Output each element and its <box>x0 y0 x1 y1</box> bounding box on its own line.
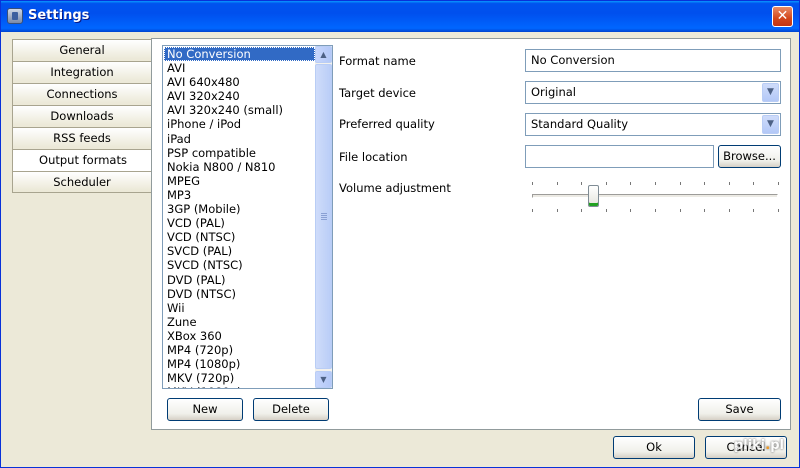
browse-button[interactable]: Browse... <box>718 145 781 168</box>
slider-tick <box>581 209 582 212</box>
file-location-label: File location <box>339 150 408 164</box>
target-device-value: Original <box>531 85 577 99</box>
format-list-item[interactable]: Zune <box>164 315 315 329</box>
format-list-item[interactable]: iPad <box>164 132 315 146</box>
grip-icon <box>321 213 327 220</box>
slider-tick <box>729 182 730 185</box>
slider-tick <box>630 209 631 212</box>
slider-tick <box>532 182 533 185</box>
format-list-item[interactable]: AVI 320x240 (small) <box>164 103 315 117</box>
format-list-item[interactable]: DVD (PAL) <box>164 273 315 287</box>
tab-scheduler[interactable]: Scheduler <box>12 171 152 193</box>
formats-scrollbar[interactable]: ▲ ▼ <box>315 46 332 388</box>
output-formats-panel: No Conversion AVI AVI 640x480 AVI 320x240 AV… <box>151 38 791 430</box>
slider-tick <box>680 209 681 212</box>
format-list-item[interactable]: MP3 <box>164 188 315 202</box>
target-device-label: Target device <box>339 86 417 100</box>
format-list-item[interactable]: MKV (720p) <box>164 371 315 385</box>
slider-tick <box>704 182 705 185</box>
slider-tick <box>655 209 656 212</box>
format-list-item[interactable]: iPhone / iPod <box>164 117 315 131</box>
save-button[interactable]: Save <box>698 398 781 421</box>
format-list-item[interactable]: MKV (1080p) <box>164 385 315 388</box>
chevron-down-icon[interactable]: ▼ <box>762 83 779 102</box>
file-location-field[interactable] <box>525 145 714 168</box>
tab-output-formats[interactable]: Output formats <box>12 149 153 171</box>
tab-general[interactable]: General <box>12 39 152 61</box>
dialog-body: General Integration Connections Download… <box>4 32 796 465</box>
format-list-item[interactable]: Wii <box>164 301 315 315</box>
format-list-item[interactable]: DVD (NTSC) <box>164 287 315 301</box>
slider-thumb[interactable] <box>588 185 599 207</box>
slider-tick <box>532 209 533 212</box>
format-list-item[interactable]: PSP compatible <box>164 146 315 160</box>
slider-tick <box>753 209 754 212</box>
settings-tabs: General Integration Connections Download… <box>12 39 153 193</box>
format-name-field[interactable]: No Conversion <box>525 49 781 72</box>
format-list-item[interactable]: Nokia N800 / N810 <box>164 160 315 174</box>
format-list-item[interactable]: SVCD (NTSC) <box>164 258 315 272</box>
format-list-item[interactable]: AVI 640x480 <box>164 75 315 89</box>
window-title: Settings <box>28 8 90 23</box>
format-name-label: Format name <box>339 54 416 68</box>
volume-slider[interactable] <box>530 180 779 216</box>
preferred-quality-label: Preferred quality <box>339 117 435 131</box>
target-device-select[interactable]: Original ▼ <box>525 81 781 104</box>
formats-list: No Conversion AVI AVI 640x480 AVI 320x240 AV… <box>164 47 315 388</box>
volume-adjustment-label: Volume adjustment <box>339 181 451 195</box>
settings-window: Settings ✕ General Integration Connectio… <box>0 0 800 468</box>
slider-tick <box>557 182 558 185</box>
format-list-item[interactable]: VCD (PAL) <box>164 216 315 230</box>
format-list-item[interactable]: MP4 (720p) <box>164 343 315 357</box>
slider-tick <box>606 209 607 212</box>
slider-tick <box>557 209 558 212</box>
preferred-quality-value: Standard Quality <box>531 117 629 131</box>
format-list-item[interactable]: VCD (NTSC) <box>164 230 315 244</box>
slider-tick <box>778 209 779 212</box>
format-list-item[interactable]: MPEG <box>164 174 315 188</box>
format-list-item[interactable]: MP4 (1080p) <box>164 357 315 371</box>
slider-tick <box>704 209 705 212</box>
watermark-logo: pliki.pl <box>734 438 784 453</box>
preferred-quality-select[interactable]: Standard Quality ▼ <box>525 113 781 136</box>
tab-rss-feeds[interactable]: RSS feeds <box>12 127 152 149</box>
delete-format-button[interactable]: Delete <box>253 398 329 421</box>
tab-downloads[interactable]: Downloads <box>12 105 152 127</box>
slider-tick <box>606 182 607 185</box>
title-bar[interactable]: Settings ✕ <box>1 1 799 32</box>
format-list-item[interactable]: No Conversion <box>164 47 315 62</box>
slider-tick <box>630 182 631 185</box>
close-button[interactable]: ✕ <box>772 6 793 27</box>
watermark-text: pliki <box>733 438 766 453</box>
slider-tick <box>581 182 582 185</box>
new-format-button[interactable]: New <box>167 398 243 421</box>
scroll-down-button[interactable]: ▼ <box>315 371 332 388</box>
tab-connections[interactable]: Connections <box>12 83 152 105</box>
ok-button[interactable]: Ok <box>613 436 695 459</box>
format-list-item[interactable]: AVI 320x240 <box>164 89 315 103</box>
slider-track <box>532 194 778 198</box>
slider-tick <box>778 182 779 185</box>
tab-integration[interactable]: Integration <box>12 61 152 83</box>
watermark-suffix: pl <box>770 438 784 453</box>
formats-listbox[interactable]: No Conversion AVI AVI 640x480 AVI 320x240 AV… <box>162 45 333 389</box>
slider-tick <box>655 182 656 185</box>
format-list-item[interactable]: AVI <box>164 61 315 75</box>
format-list-item[interactable]: XBox 360 <box>164 329 315 343</box>
slider-tick <box>753 182 754 185</box>
chevron-down-icon[interactable]: ▼ <box>762 115 779 134</box>
slider-tick <box>729 209 730 212</box>
scroll-up-button[interactable]: ▲ <box>315 46 332 63</box>
app-icon <box>7 8 23 24</box>
format-list-item[interactable]: 3GP (Mobile) <box>164 202 315 216</box>
format-list-item[interactable]: SVCD (PAL) <box>164 244 315 258</box>
slider-tick <box>680 182 681 185</box>
scroll-thumb[interactable] <box>315 64 332 369</box>
